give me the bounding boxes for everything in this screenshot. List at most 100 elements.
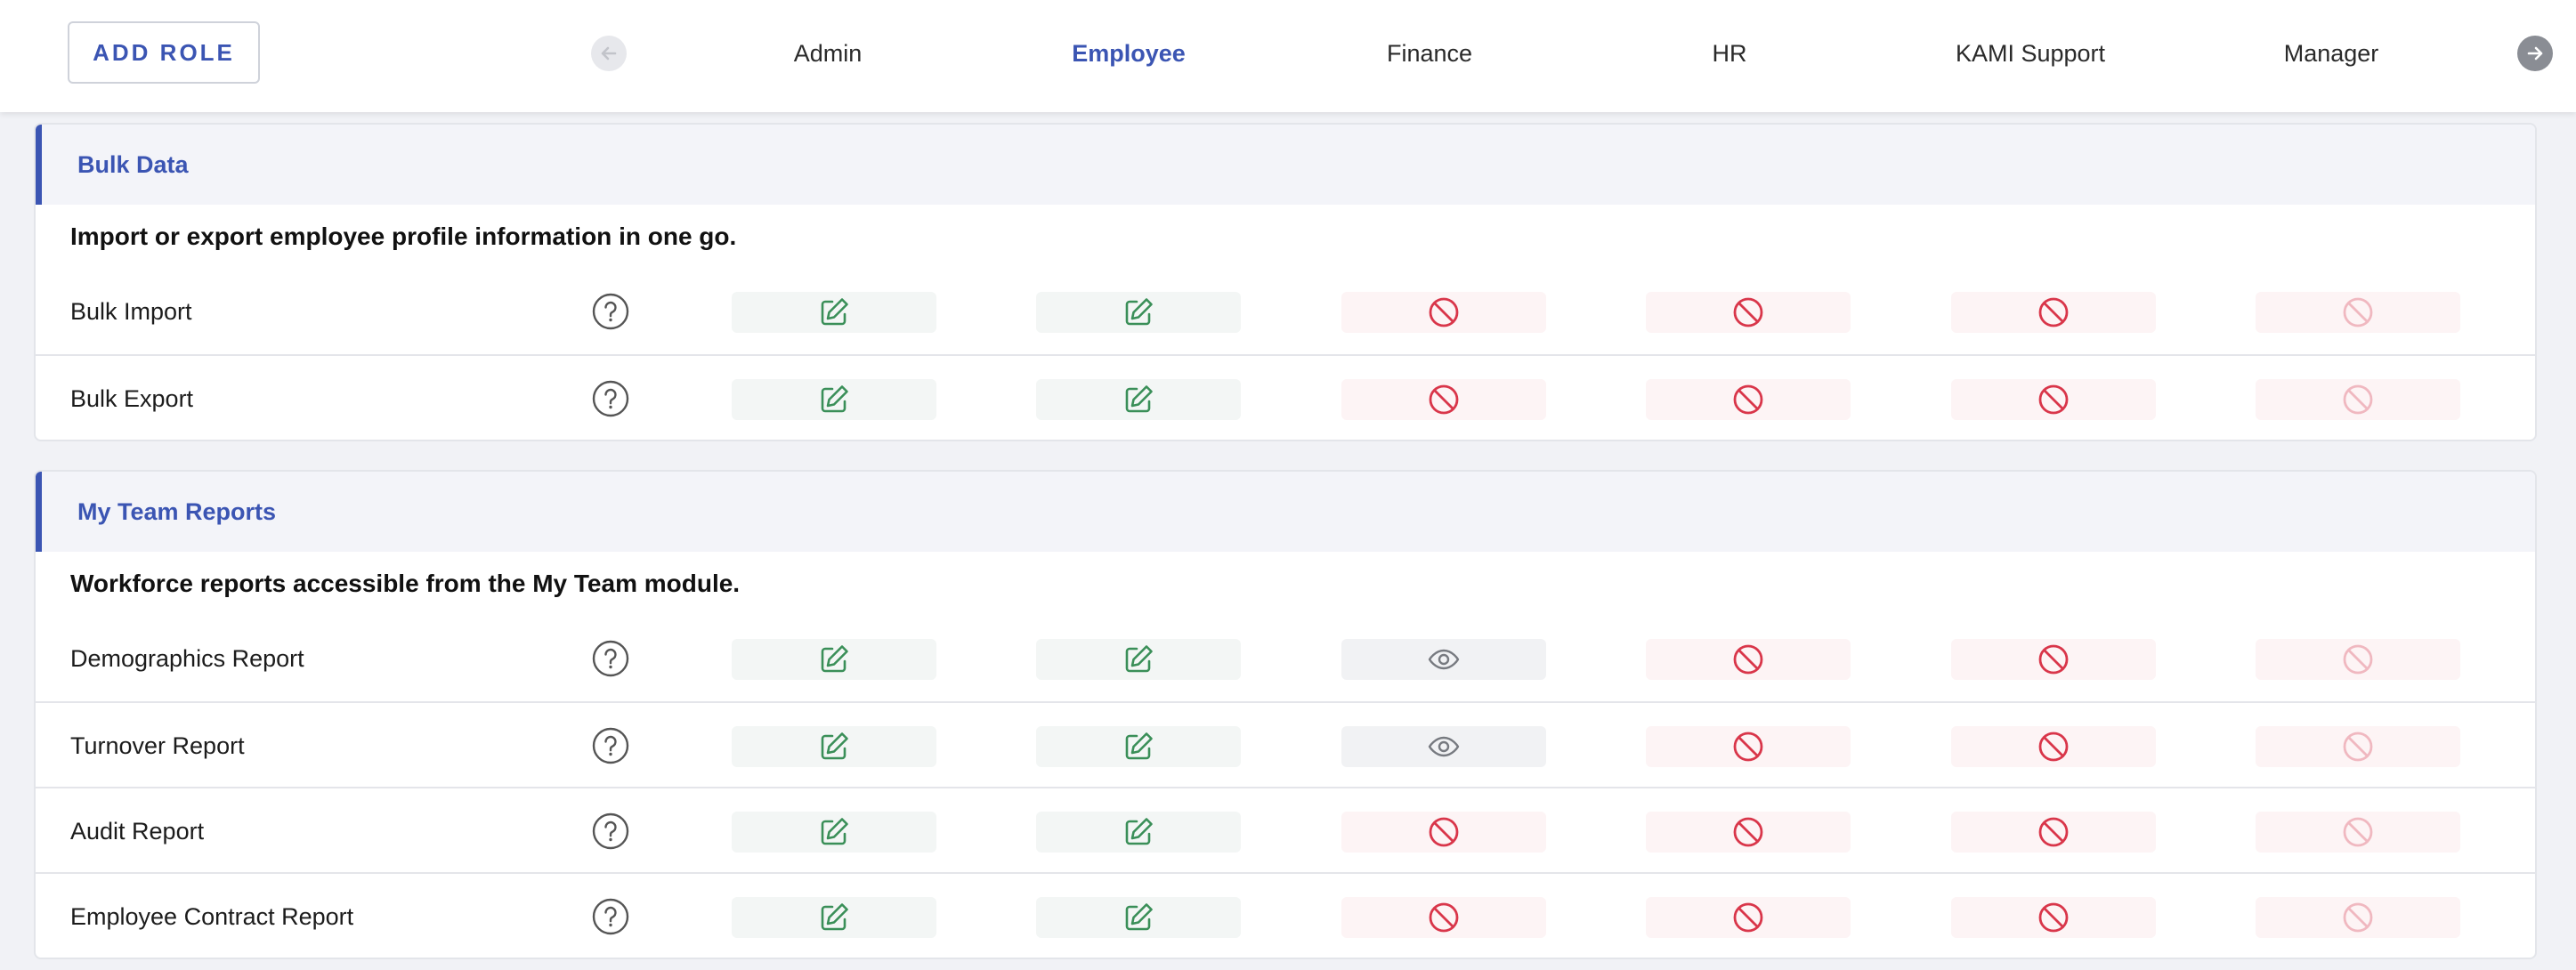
permission-cell-employee[interactable] bbox=[1036, 726, 1241, 767]
no-access-icon bbox=[1427, 815, 1461, 849]
permission-label: Bulk Import bbox=[70, 297, 192, 325]
role-tab-admin[interactable]: Admin bbox=[685, 34, 970, 73]
help-icon[interactable] bbox=[591, 726, 630, 765]
permission-cell-finance[interactable] bbox=[1341, 812, 1546, 853]
permission-row: Employee Contract Report bbox=[36, 872, 2535, 958]
help-icon[interactable] bbox=[591, 897, 630, 936]
permission-label: Employee Contract Report bbox=[70, 902, 354, 930]
permission-cell-admin[interactable] bbox=[732, 812, 936, 853]
permission-row: Demographics Report bbox=[36, 616, 2535, 701]
permission-row: Audit Report bbox=[36, 787, 2535, 872]
section-bulk-data: Bulk Data Import or export employee prof… bbox=[34, 123, 2537, 441]
edit-icon bbox=[1122, 901, 1155, 934]
permission-cell-employee[interactable] bbox=[1036, 812, 1241, 853]
permission-cell-kami-support[interactable] bbox=[1951, 812, 2156, 853]
edit-icon bbox=[817, 383, 851, 416]
permission-cell-kami-support[interactable] bbox=[1951, 726, 2156, 767]
no-access-icon bbox=[2037, 643, 2070, 676]
role-tab-kami-support[interactable]: KAMI Support bbox=[1888, 34, 2173, 73]
no-access-icon bbox=[1427, 295, 1461, 329]
permission-cell-hr[interactable] bbox=[1646, 379, 1851, 420]
role-tab-finance[interactable]: Finance bbox=[1287, 34, 1572, 73]
permission-cell-hr[interactable] bbox=[1646, 726, 1851, 767]
permission-cell-hr[interactable] bbox=[1646, 639, 1851, 680]
no-access-icon bbox=[1427, 383, 1461, 416]
permission-row: Bulk Import bbox=[36, 269, 2535, 354]
eye-icon bbox=[1427, 643, 1461, 676]
permission-cell-admin[interactable] bbox=[732, 726, 936, 767]
role-tab-hr[interactable]: HR bbox=[1587, 34, 1872, 73]
permission-cell-admin[interactable] bbox=[732, 897, 936, 938]
permission-cell-manager[interactable] bbox=[2256, 292, 2460, 333]
permission-cell-kami-support[interactable] bbox=[1951, 639, 2156, 680]
permission-cell-employee[interactable] bbox=[1036, 897, 1241, 938]
arrow-left-icon bbox=[601, 46, 617, 61]
no-access-icon bbox=[1731, 383, 1765, 416]
no-access-icon bbox=[2037, 815, 2070, 849]
permission-cell-manager[interactable] bbox=[2256, 726, 2460, 767]
permission-row: Bulk Export bbox=[36, 354, 2535, 440]
help-icon[interactable] bbox=[591, 639, 630, 678]
no-access-icon bbox=[2037, 901, 2070, 934]
permission-cell-employee[interactable] bbox=[1036, 379, 1241, 420]
permission-cell-kami-support[interactable] bbox=[1951, 897, 2156, 938]
help-icon[interactable] bbox=[591, 812, 630, 851]
section-description: Workforce reports accessible from the My… bbox=[70, 570, 741, 597]
permission-label: Bulk Export bbox=[70, 384, 194, 412]
no-access-icon bbox=[2341, 730, 2375, 764]
section-header: Bulk Data bbox=[36, 125, 2535, 205]
scroll-right-button[interactable] bbox=[2517, 36, 2553, 71]
edit-icon bbox=[1122, 643, 1155, 676]
role-header-bar: ADD ROLE Admin Employee Finance HR KAMI … bbox=[0, 0, 2576, 112]
no-access-icon bbox=[1731, 643, 1765, 676]
no-access-icon bbox=[1427, 901, 1461, 934]
permission-cell-finance[interactable] bbox=[1341, 897, 1546, 938]
help-icon[interactable] bbox=[591, 292, 630, 331]
no-access-icon bbox=[2341, 383, 2375, 416]
permission-label: Demographics Report bbox=[70, 644, 304, 672]
scroll-left-button[interactable] bbox=[591, 36, 627, 71]
edit-icon bbox=[817, 815, 851, 849]
permission-cell-admin[interactable] bbox=[732, 379, 936, 420]
permission-cell-admin[interactable] bbox=[732, 292, 936, 333]
no-access-icon bbox=[2341, 901, 2375, 934]
permission-cell-finance[interactable] bbox=[1341, 726, 1546, 767]
permission-cell-finance[interactable] bbox=[1341, 379, 1546, 420]
edit-icon bbox=[1122, 730, 1155, 764]
permission-cell-admin[interactable] bbox=[732, 639, 936, 680]
permission-cell-manager[interactable] bbox=[2256, 639, 2460, 680]
no-access-icon bbox=[2037, 295, 2070, 329]
permission-cell-hr[interactable] bbox=[1646, 292, 1851, 333]
section-title: Bulk Data bbox=[77, 150, 189, 178]
edit-icon bbox=[817, 295, 851, 329]
permission-row: Turnover Report bbox=[36, 701, 2535, 787]
edit-icon bbox=[1122, 295, 1155, 329]
role-tab-manager[interactable]: Manager bbox=[2189, 34, 2474, 73]
section-description: Import or export employee profile inform… bbox=[70, 222, 737, 250]
edit-icon bbox=[817, 730, 851, 764]
eye-icon bbox=[1427, 730, 1461, 764]
permission-cell-finance[interactable] bbox=[1341, 292, 1546, 333]
help-icon[interactable] bbox=[591, 379, 630, 418]
edit-icon bbox=[817, 901, 851, 934]
no-access-icon bbox=[2037, 730, 2070, 764]
section-my-team-reports: My Team Reports Workforce reports access… bbox=[34, 470, 2537, 959]
permission-cell-kami-support[interactable] bbox=[1951, 292, 2156, 333]
no-access-icon bbox=[2341, 295, 2375, 329]
permission-cell-manager[interactable] bbox=[2256, 379, 2460, 420]
no-access-icon bbox=[2341, 815, 2375, 849]
permission-cell-hr[interactable] bbox=[1646, 812, 1851, 853]
add-role-button[interactable]: ADD ROLE bbox=[68, 21, 260, 84]
section-header: My Team Reports bbox=[36, 472, 2535, 552]
permission-cell-kami-support[interactable] bbox=[1951, 379, 2156, 420]
no-access-icon bbox=[1731, 815, 1765, 849]
permission-cell-employee[interactable] bbox=[1036, 639, 1241, 680]
permission-cell-finance[interactable] bbox=[1341, 639, 1546, 680]
permission-cell-employee[interactable] bbox=[1036, 292, 1241, 333]
no-access-icon bbox=[2341, 643, 2375, 676]
permission-cell-hr[interactable] bbox=[1646, 897, 1851, 938]
role-tab-employee[interactable]: Employee bbox=[986, 34, 1271, 73]
permission-cell-manager[interactable] bbox=[2256, 812, 2460, 853]
no-access-icon bbox=[1731, 295, 1765, 329]
permission-cell-manager[interactable] bbox=[2256, 897, 2460, 938]
